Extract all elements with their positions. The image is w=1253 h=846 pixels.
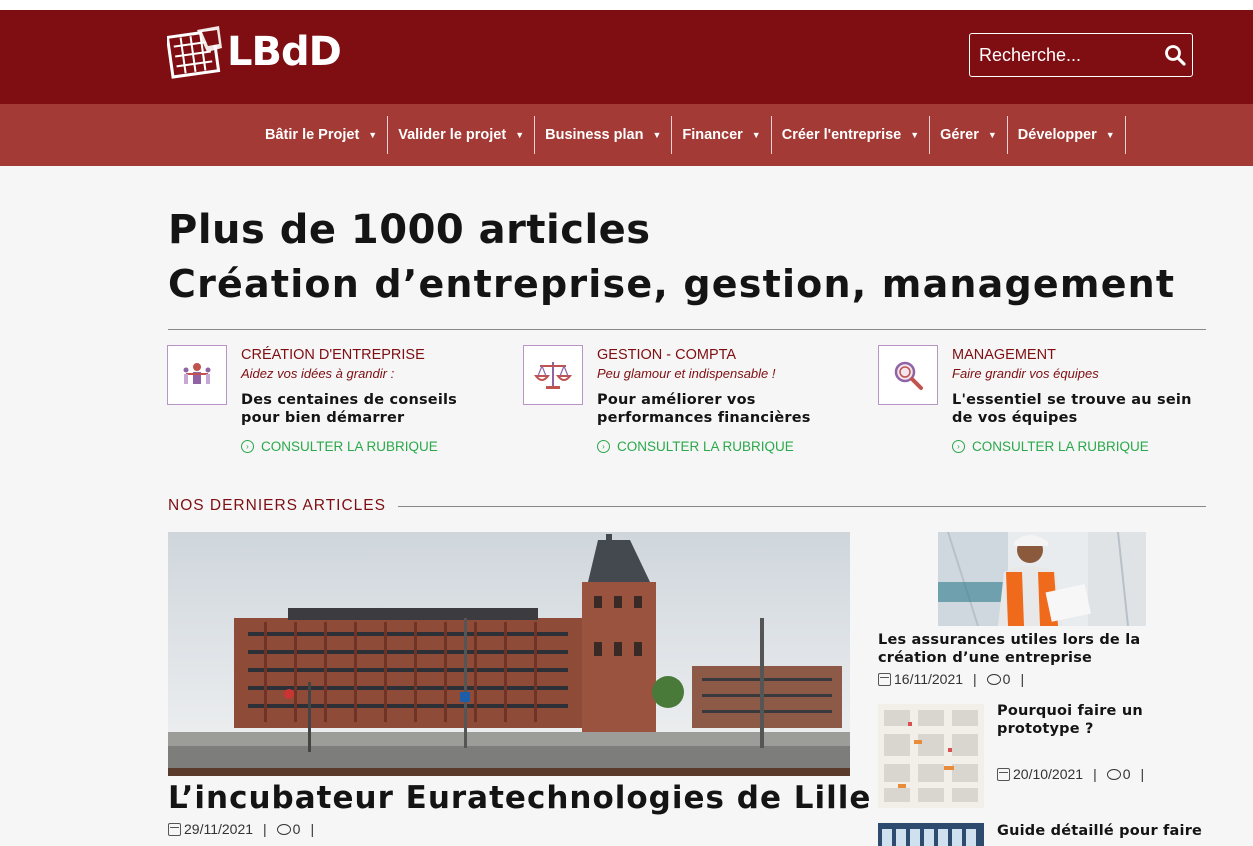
consult-link-label: CONSULTER LA RUBRIQUE <box>617 439 794 454</box>
side-article-title[interactable]: Guide détaillé pour faire <box>997 822 1212 840</box>
consult-link[interactable]: › CONSULTER LA RUBRIQUE <box>241 439 438 454</box>
category-title[interactable]: CRÉATION D'ENTREPRISE <box>241 347 425 363</box>
side-article-title[interactable]: Pourquoi faire un prototype ? <box>997 702 1212 738</box>
meta-separator: | <box>973 671 977 687</box>
chevron-down-icon: ▼ <box>1105 130 1115 140</box>
article-date: 29/11/2021 <box>184 821 254 837</box>
divider <box>398 506 1206 507</box>
category-title[interactable]: GESTION - COMPTA <box>597 347 736 363</box>
nav-item-gerer[interactable]: Gérer ▼ <box>930 116 1008 154</box>
article-date: 20/10/2021 <box>1013 766 1084 782</box>
chevron-down-icon: ▼ <box>368 130 378 140</box>
meta-separator: | <box>1020 671 1025 687</box>
divider <box>168 329 1206 330</box>
search-input[interactable]: Recherche... <box>979 45 1164 66</box>
nav-item-batir[interactable]: Bâtir le Projet ▼ <box>255 116 389 154</box>
side-article-title[interactable]: Les assurances utiles lors de la créatio… <box>878 631 1208 667</box>
chevron-down-icon: ▼ <box>910 130 920 140</box>
featured-article-image[interactable] <box>168 532 850 776</box>
team-icon[interactable] <box>167 345 227 405</box>
logo-mark-icon <box>167 26 222 79</box>
section-title: NOS DERNIERS ARTICLES <box>168 497 386 514</box>
comment-count[interactable]: 0 <box>293 821 301 837</box>
side-article-thumbnail[interactable] <box>878 704 984 808</box>
comment-count[interactable]: 0 <box>1123 766 1131 782</box>
comment-icon <box>1106 768 1121 780</box>
chevron-down-icon: ▼ <box>987 130 997 140</box>
comment-icon <box>986 673 1001 685</box>
category-tagline: Peu glamour et indispensable ! <box>597 366 776 381</box>
category-description: L'essentiel se trouve au sein de vos équ… <box>952 392 1192 426</box>
category-description: Pour améliorer vos performances financiè… <box>597 392 811 426</box>
logo-text: LBdD <box>227 29 342 75</box>
meta-separator: | <box>1093 766 1097 782</box>
nav-item-developper[interactable]: Développer ▼ <box>1008 116 1126 154</box>
article-date: 16/11/2021 <box>894 671 964 687</box>
search-icon[interactable] <box>1164 44 1186 66</box>
nav-item-label: Valider le projet <box>398 127 507 143</box>
category-tagline: Faire grandir vos équipes <box>952 366 1099 381</box>
search-box[interactable]: Recherche... <box>969 33 1193 77</box>
consult-link[interactable]: › CONSULTER LA RUBRIQUE <box>952 439 1149 454</box>
category-tagline: Aidez vos idées à grandir : <box>241 366 395 381</box>
calendar-icon <box>168 822 181 836</box>
page-title: Plus de 1000 articles <box>168 207 651 253</box>
nav-item-valider[interactable]: Valider le projet ▼ <box>388 116 536 154</box>
chevron-down-icon: ▼ <box>751 130 761 140</box>
arrow-circle-icon: › <box>597 440 610 453</box>
page-subtitle: Création d’entreprise, gestion, manageme… <box>168 262 1176 306</box>
nav-item-label: Développer <box>1017 127 1097 143</box>
magnifier-icon[interactable] <box>878 345 938 405</box>
site-header: LBdD Recherche... <box>0 10 1253 104</box>
side-article-meta: 20/10/2021 | 0 | <box>997 766 1154 782</box>
nav-item-label: Gérer <box>940 127 979 143</box>
consult-link-label: CONSULTER LA RUBRIQUE <box>972 439 1149 454</box>
consult-link-label: CONSULTER LA RUBRIQUE <box>261 439 438 454</box>
nav-item-financer[interactable]: Financer ▼ <box>672 116 772 154</box>
nav-item-business-plan[interactable]: Business plan ▼ <box>535 116 673 154</box>
scale-icon[interactable] <box>523 345 583 405</box>
main-nav: Bâtir le Projet ▼ Valider le projet ▼ Busi… <box>0 104 1253 166</box>
side-article-thumbnail[interactable] <box>878 823 984 846</box>
nav-item-label: Créer l'entreprise <box>781 127 902 143</box>
meta-separator: | <box>263 821 267 837</box>
meta-separator: | <box>310 821 315 837</box>
chevron-down-icon: ▼ <box>515 130 525 140</box>
featured-article-meta: 29/11/2021 | 0 | <box>168 821 324 837</box>
calendar-icon <box>997 767 1010 781</box>
site-logo[interactable]: LBdD <box>167 24 342 80</box>
category-description: Des centaines de conseils pour bien déma… <box>241 392 458 426</box>
nav-item-label: Business plan <box>545 127 644 143</box>
side-article-meta: 16/11/2021 | 0 | <box>878 671 1034 687</box>
featured-article-title[interactable]: L’incubateur Euratechnologies de Lille <box>168 780 871 816</box>
meta-separator: | <box>1140 766 1145 782</box>
nav-item-label: Bâtir le Projet <box>265 127 360 143</box>
chevron-down-icon: ▼ <box>652 130 662 140</box>
consult-link[interactable]: › CONSULTER LA RUBRIQUE <box>597 439 794 454</box>
side-article-image[interactable] <box>938 532 1146 626</box>
arrow-circle-icon: › <box>952 440 965 453</box>
comment-icon <box>276 823 291 835</box>
comment-count[interactable]: 0 <box>1003 671 1011 687</box>
calendar-icon <box>878 672 891 686</box>
category-title[interactable]: MANAGEMENT <box>952 347 1056 363</box>
nav-item-creer[interactable]: Créer l'entreprise ▼ <box>772 116 931 154</box>
nav-item-label: Financer <box>682 127 743 143</box>
arrow-circle-icon: › <box>241 440 254 453</box>
top-strip <box>0 0 1253 10</box>
